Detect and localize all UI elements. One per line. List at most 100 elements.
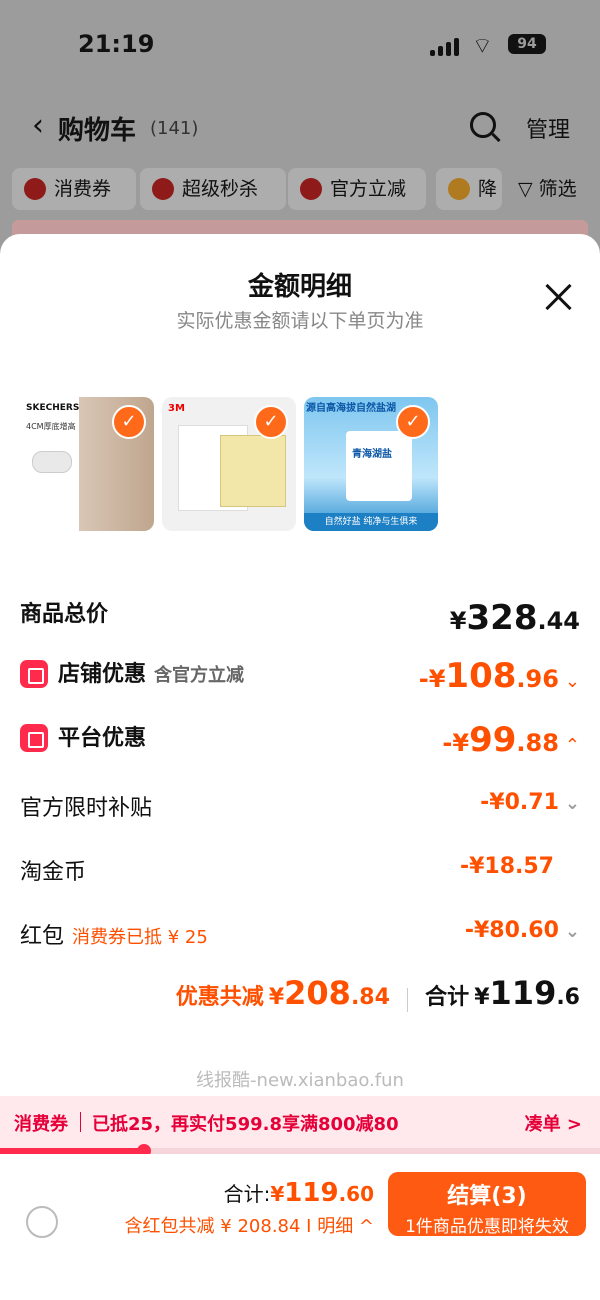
total-label: 合计 [425, 985, 470, 1010]
product-thumb-3m[interactable]: 3M ✓ [162, 397, 296, 531]
discount-detail-link[interactable]: 含红包共减 ¥ 208.84 I 明细 ^ [125, 1212, 374, 1238]
coin-row: 淘金币 -¥18.57 [20, 854, 580, 894]
currency: ¥ [474, 985, 490, 1010]
shop-discount-label: 店铺优惠 含官方立减 [58, 656, 244, 688]
total-dec: .6 [556, 985, 580, 1010]
currency: -¥ [464, 918, 490, 943]
chevron-down-icon: ⌄ [564, 793, 580, 814]
filter-label: 筛选 [538, 178, 577, 200]
checkout-total: 合计:¥119.60 [224, 1178, 374, 1208]
discount-int: 208 [284, 974, 351, 1012]
chip-label: 超级秒杀 [182, 178, 259, 200]
amount-int: 0 [504, 790, 520, 815]
divider [80, 1112, 81, 1132]
product-thumb-salt[interactable]: 源自高海拔自然盐湖 青海湖盐 自然好盐 纯净与生俱来 ✓ [304, 397, 438, 531]
checked-icon[interactable]: ✓ [254, 405, 288, 439]
coin-value: -¥18.57 [460, 854, 554, 879]
chip-official-discount[interactable]: 官方立减 [288, 168, 426, 210]
amount-int: 328 [466, 598, 538, 638]
shop-discount-note: 含官方立减 [154, 665, 245, 686]
checkout-button[interactable]: 结算(3) 1件商品优惠即将失效 [388, 1172, 586, 1237]
subsidy-value: -¥0.71 ⌄ [480, 790, 580, 815]
amount-int: 108 [445, 656, 517, 696]
lightning-icon [300, 178, 322, 200]
total-price-value: ¥328.44 [450, 598, 580, 638]
coin-label: 淘金币 [20, 860, 87, 885]
filter-chips: 消费券 超级秒杀 官方立减 降 ▽ 筛选 [12, 168, 600, 212]
shop-discount-row[interactable]: 店铺优惠 含官方立减 -¥108.96 ⌄ [20, 656, 580, 696]
label-text: 红包 [20, 924, 65, 949]
platform-discount-label: 平台优惠 [58, 726, 147, 751]
chip-label: 官方立减 [330, 178, 407, 200]
promo-tag: 消费券 [14, 1114, 68, 1135]
checkout-note: 1件商品优惠即将失效 [405, 1217, 569, 1237]
platform-discount-value: -¥99.88 ⌃ [442, 720, 580, 760]
checkout-bar: 合计:¥119.60 含红包共减 ¥ 208.84 I 明细 ^ 结算(3) 1… [0, 1154, 600, 1300]
amount-dec: .71 [519, 790, 559, 815]
cart-background: 21:19 ⌔ 94 ‹ 购物车 (141) 管理 消费券 超级秒杀 官方立减 … [0, 0, 600, 250]
manage-button[interactable]: 管理 [526, 112, 570, 144]
total-dec: .60 [338, 1182, 374, 1206]
chevron-up-icon: ⌃ [564, 735, 580, 756]
close-icon[interactable] [544, 282, 574, 312]
discount-summary: 优惠共减 ¥208.84 合计 ¥119.6 [20, 974, 580, 1018]
filter-button[interactable]: ▽ 筛选 [518, 168, 577, 210]
cart-header: ‹ 购物车 (141) 管理 [0, 106, 600, 146]
total-price-label: 商品总价 [20, 602, 109, 627]
sheet-title: 金额明细 [247, 272, 352, 302]
total-int: 119 [284, 1178, 339, 1208]
amount-int: 80 [489, 918, 520, 943]
amount-detail-sheet: 金额明细 实际优惠金额请以下单页为准 SKECHERS 4CM厚底增高 ✓ 3M… [0, 234, 600, 1300]
amount-int: 18 [484, 854, 516, 879]
product-brand: 3M [168, 403, 185, 414]
amount-dec: .57 [515, 854, 554, 879]
sheet-subtitle: 实际优惠金额请以下单页为准 [176, 310, 424, 332]
back-icon[interactable]: ‹ [32, 108, 44, 143]
subsidy-label: 官方限时补贴 [20, 796, 153, 821]
label-text: 店铺优惠 [58, 662, 147, 687]
coupon-icon [24, 178, 46, 200]
redpacket-note: 消费券已抵 ¥ 25 [72, 927, 208, 948]
chevron-down-icon: ⌄ [564, 671, 580, 692]
add-items-link[interactable]: 凑单 > [525, 1110, 582, 1136]
currency: -¥ [442, 729, 470, 757]
chip-coupon[interactable]: 消费券 [12, 168, 136, 210]
select-all-radio[interactable] [26, 1206, 58, 1238]
amount-dec: .96 [516, 665, 559, 693]
amount-dec: .88 [516, 729, 559, 757]
chip-price-drop[interactable]: 降 [436, 168, 502, 210]
checked-icon[interactable]: ✓ [396, 405, 430, 439]
discount-dec: .84 [350, 985, 390, 1010]
status-time: 21:19 [78, 30, 155, 58]
product-headline: 源自高海拔自然盐湖 [306, 403, 396, 414]
product-thumb-shoes[interactable]: SKECHERS 4CM厚底增高 ✓ [20, 397, 154, 531]
checkout-label: 结算(3) [447, 1184, 527, 1209]
chevron-down-icon: ⌄ [564, 921, 580, 942]
total-price-row: 商品总价 ¥328.44 [20, 596, 580, 638]
currency: -¥ [418, 665, 446, 693]
cart-count: (141) [150, 118, 199, 139]
currency: ¥ [268, 985, 285, 1010]
amount-dec: .60 [519, 918, 559, 943]
currency: ¥ [449, 607, 467, 635]
promo-text: 已抵25，再实付599.8享满800减80 [92, 1114, 399, 1135]
currency: ¥ [270, 1182, 285, 1206]
signal-icon [430, 36, 462, 56]
redpacket-row[interactable]: 红包 消费券已抵 ¥ 25 -¥80.60 ⌄ [20, 918, 580, 958]
total-int: 119 [489, 974, 557, 1012]
checked-icon[interactable]: ✓ [112, 405, 146, 439]
shoe-image [32, 451, 72, 473]
product-caption: 自然好盐 纯净与生俱来 [304, 513, 438, 531]
coupon-promo-bar[interactable]: 消费券 已抵25，再实付599.8享满800减80 凑单 > [0, 1096, 600, 1148]
chip-label: 降 [478, 178, 498, 200]
subsidy-row[interactable]: 官方限时补贴 -¥0.71 ⌄ [20, 790, 580, 830]
amount-int: 99 [469, 720, 517, 760]
salt-bag-image [346, 431, 412, 501]
total-label: 合计: [223, 1182, 271, 1206]
search-icon[interactable] [470, 112, 496, 138]
discount-label: 优惠共减 [175, 985, 264, 1010]
page-title: 购物车 [58, 116, 137, 146]
chip-flash-sale[interactable]: 超级秒杀 [140, 168, 286, 210]
platform-discount-row[interactable]: 平台优惠 -¥99.88 ⌃ [20, 720, 580, 760]
shop-discount-value: -¥108.96 ⌄ [419, 656, 580, 696]
